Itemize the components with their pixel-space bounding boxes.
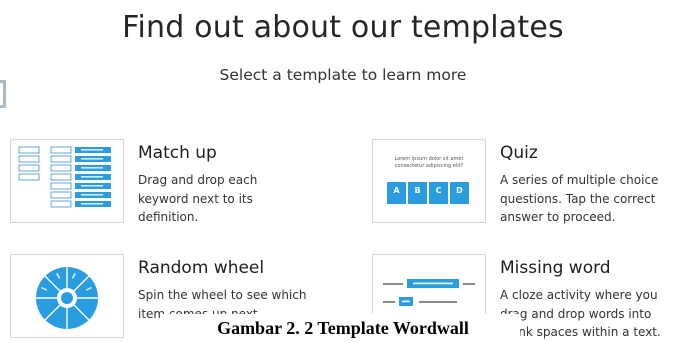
template-description: A series of multiple choice questions. T…	[500, 173, 659, 224]
template-card-quiz[interactable]: Lorem ipsum dolor sit amet consectetur a…	[372, 139, 672, 229]
template-title: Quiz	[500, 143, 538, 163]
edge-bracket-decoration	[0, 80, 6, 108]
quiz-thumbnail: Lorem ipsum dolor sit amet consectetur a…	[372, 139, 486, 223]
quiz-thumb-option-b-label: B	[414, 186, 421, 195]
template-title: Random wheel	[138, 258, 265, 278]
quiz-thumb-option-c-label: C	[435, 186, 442, 195]
quiz-thumb-option-a-label: A	[393, 186, 400, 195]
page-subtitle: Select a template to learn more	[219, 66, 467, 84]
quiz-thumb-option-d-label: D	[456, 186, 463, 195]
template-card-match-up[interactable]: Match up Drag and drop each keyword next…	[10, 139, 310, 229]
template-description: Drag and drop each keyword next to its d…	[138, 173, 258, 224]
figure-caption: Gambar 2. 2 Template Wordwall	[217, 318, 469, 338]
match-up-thumbnail	[10, 139, 124, 223]
page-title: Find out about our templates	[122, 10, 564, 45]
template-title: Match up	[138, 143, 217, 163]
template-title: Missing word	[500, 258, 611, 278]
